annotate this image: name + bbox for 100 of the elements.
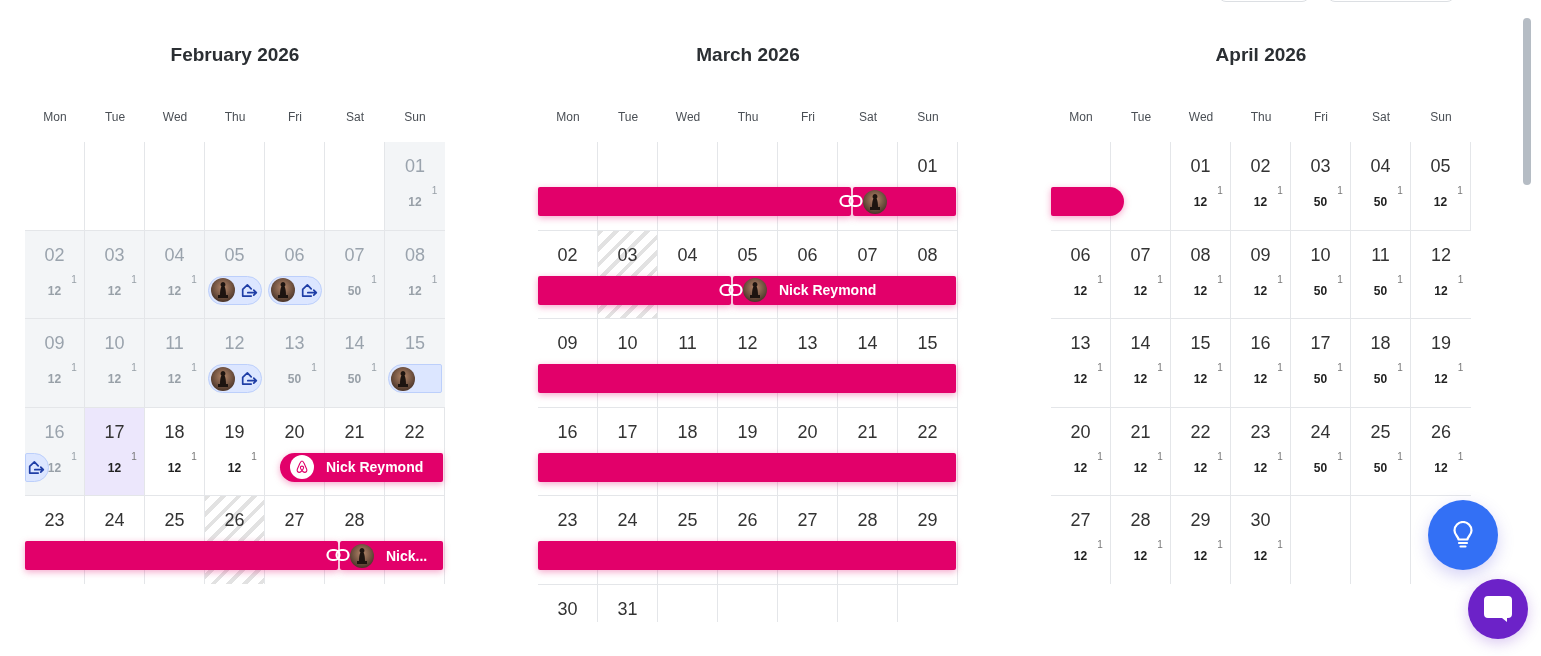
day-number: 16	[44, 420, 65, 443]
booking-bar[interactable]	[853, 187, 956, 216]
day-number: 29	[1190, 509, 1211, 532]
price: 12	[1073, 372, 1088, 387]
checkout-pill[interactable]	[208, 364, 262, 394]
day-number: 31	[617, 597, 638, 620]
booking-bar[interactable]	[538, 541, 956, 571]
price: 12	[1193, 372, 1208, 387]
booking-bar[interactable]: Nick Reymond	[280, 452, 443, 482]
calendar-day[interactable]: 26 12 1	[1411, 407, 1471, 496]
calendar-day[interactable]: 29 12 1	[1171, 496, 1231, 584]
day-number: 25	[677, 509, 698, 532]
count: 1	[1456, 362, 1465, 376]
calendar-day[interactable]: 25 50 1	[1351, 407, 1411, 496]
day-number: 14	[857, 332, 878, 355]
day-number: 17	[104, 420, 125, 443]
price: 12	[1073, 460, 1088, 475]
calendar-day[interactable]: 11 50 1	[1351, 230, 1411, 319]
checkout-pill[interactable]	[25, 452, 49, 482]
calendar-day[interactable]: 14 12 1	[1111, 319, 1171, 407]
calendar-day[interactable]: 24 50 1	[1291, 407, 1351, 496]
calendar-day[interactable]: 18 12 1	[145, 407, 205, 496]
booking-bar[interactable]	[1051, 187, 1124, 216]
calendar-day[interactable]: 10 50 1	[1291, 230, 1351, 319]
calendar-day[interactable]: 21 12 1	[1111, 407, 1171, 496]
calendar-day[interactable]: 09 12 1	[1231, 230, 1291, 319]
day-number: 22	[917, 420, 938, 443]
booking-bar[interactable]	[538, 364, 956, 394]
day-number: 16	[1250, 332, 1271, 355]
calendar-day[interactable]: 15 12 1	[1171, 319, 1231, 407]
day-number: 20	[1070, 420, 1091, 443]
calendar-day[interactable]: 17 50 1	[1291, 319, 1351, 407]
day-number: 21	[1130, 420, 1151, 443]
calendar-day[interactable]: 20 12 1	[1051, 407, 1111, 496]
calendar-day[interactable]: 18 50 1	[1351, 319, 1411, 407]
day-number: 15	[1190, 332, 1211, 355]
booking-bar[interactable]: Nick...	[340, 541, 443, 571]
day-number: 03	[617, 243, 638, 266]
day-number: 06	[797, 243, 818, 266]
booking-bar[interactable]	[538, 452, 956, 482]
calendar-day[interactable]: 27 12 1	[1051, 496, 1111, 584]
day-number: 14	[344, 332, 365, 355]
day-number: 07	[344, 243, 365, 266]
calendar-day[interactable]: 13 12 1	[1051, 319, 1111, 407]
chat-button[interactable]	[1468, 579, 1528, 639]
count: 1	[1156, 539, 1164, 553]
calendar-day[interactable]: 06 12 1	[1051, 230, 1111, 319]
guest-name: Nick...	[386, 547, 428, 564]
count: 1	[1456, 450, 1465, 464]
scrollbar-thumb[interactable]	[1523, 18, 1531, 185]
booking-bar[interactable]	[25, 541, 338, 571]
calendar-day[interactable]: 03 50 1	[1291, 142, 1351, 230]
calendar-day[interactable]: 01 12 1	[1171, 142, 1231, 230]
count: 1	[1096, 273, 1104, 287]
day-number: 12	[1431, 243, 1451, 266]
checkout-pill[interactable]	[208, 275, 262, 305]
day-number: 11	[1371, 243, 1390, 266]
calendar-day[interactable]: 28 12 1	[1111, 496, 1171, 584]
calendar-day[interactable]: 12 12 1	[1411, 230, 1471, 319]
tips-button[interactable]	[1428, 500, 1498, 570]
price: 50	[287, 372, 302, 387]
checkout-pill[interactable]	[268, 275, 322, 305]
calendar-day[interactable]: 05 12 1	[1411, 142, 1471, 230]
day-number: 03	[1310, 155, 1331, 177]
calendar-day[interactable]: 16 12 1	[1231, 319, 1291, 407]
price: 50	[347, 283, 362, 298]
day-number: 29	[917, 509, 938, 532]
weekday-label: Sun	[403, 109, 427, 126]
calendar-day[interactable]: 31	[598, 584, 658, 622]
count: 1	[1216, 450, 1224, 464]
weekday-label: Mon	[555, 109, 581, 126]
price: 12	[1253, 283, 1268, 298]
calendar-day[interactable]: 07 12 1	[1111, 230, 1171, 319]
calendar-day[interactable]: 08 12 1	[1171, 230, 1231, 319]
weekday-label: Mon	[42, 109, 68, 126]
weekday-label: Fri	[1313, 109, 1329, 126]
price: 12	[1434, 372, 1448, 387]
calendar-day[interactable]: 30 12 1	[1231, 496, 1291, 584]
price: 50	[1373, 283, 1388, 298]
count: 1	[1396, 185, 1404, 198]
day-number: 06	[1070, 243, 1091, 266]
calendar-day[interactable]: 23 12 1	[1231, 407, 1291, 496]
day-number: 21	[344, 420, 365, 443]
calendar-day[interactable]: 19 12 1	[1411, 319, 1471, 407]
calendar-day[interactable]: 02 12 1	[1231, 142, 1291, 230]
day-number: 30	[557, 597, 578, 620]
price: 50	[1373, 195, 1388, 209]
calendar-day[interactable]: 30	[538, 584, 598, 622]
price: 50	[1373, 372, 1388, 387]
day-number: 10	[617, 332, 638, 355]
price: 12	[1193, 460, 1208, 475]
calendar-day[interactable]: 19 12 1	[205, 407, 265, 496]
calendar-day[interactable]: 22 12 1	[1171, 407, 1231, 496]
checkout-pill[interactable]	[388, 364, 442, 394]
booking-bar[interactable]: Nick Reymond	[733, 275, 956, 305]
day-number: 07	[857, 243, 878, 266]
booking-bar[interactable]	[538, 275, 731, 305]
day-number: 24	[617, 509, 638, 532]
calendar-day[interactable]: 04 50 1	[1351, 142, 1411, 230]
calendar-day[interactable]: 17 12 1	[85, 407, 145, 496]
